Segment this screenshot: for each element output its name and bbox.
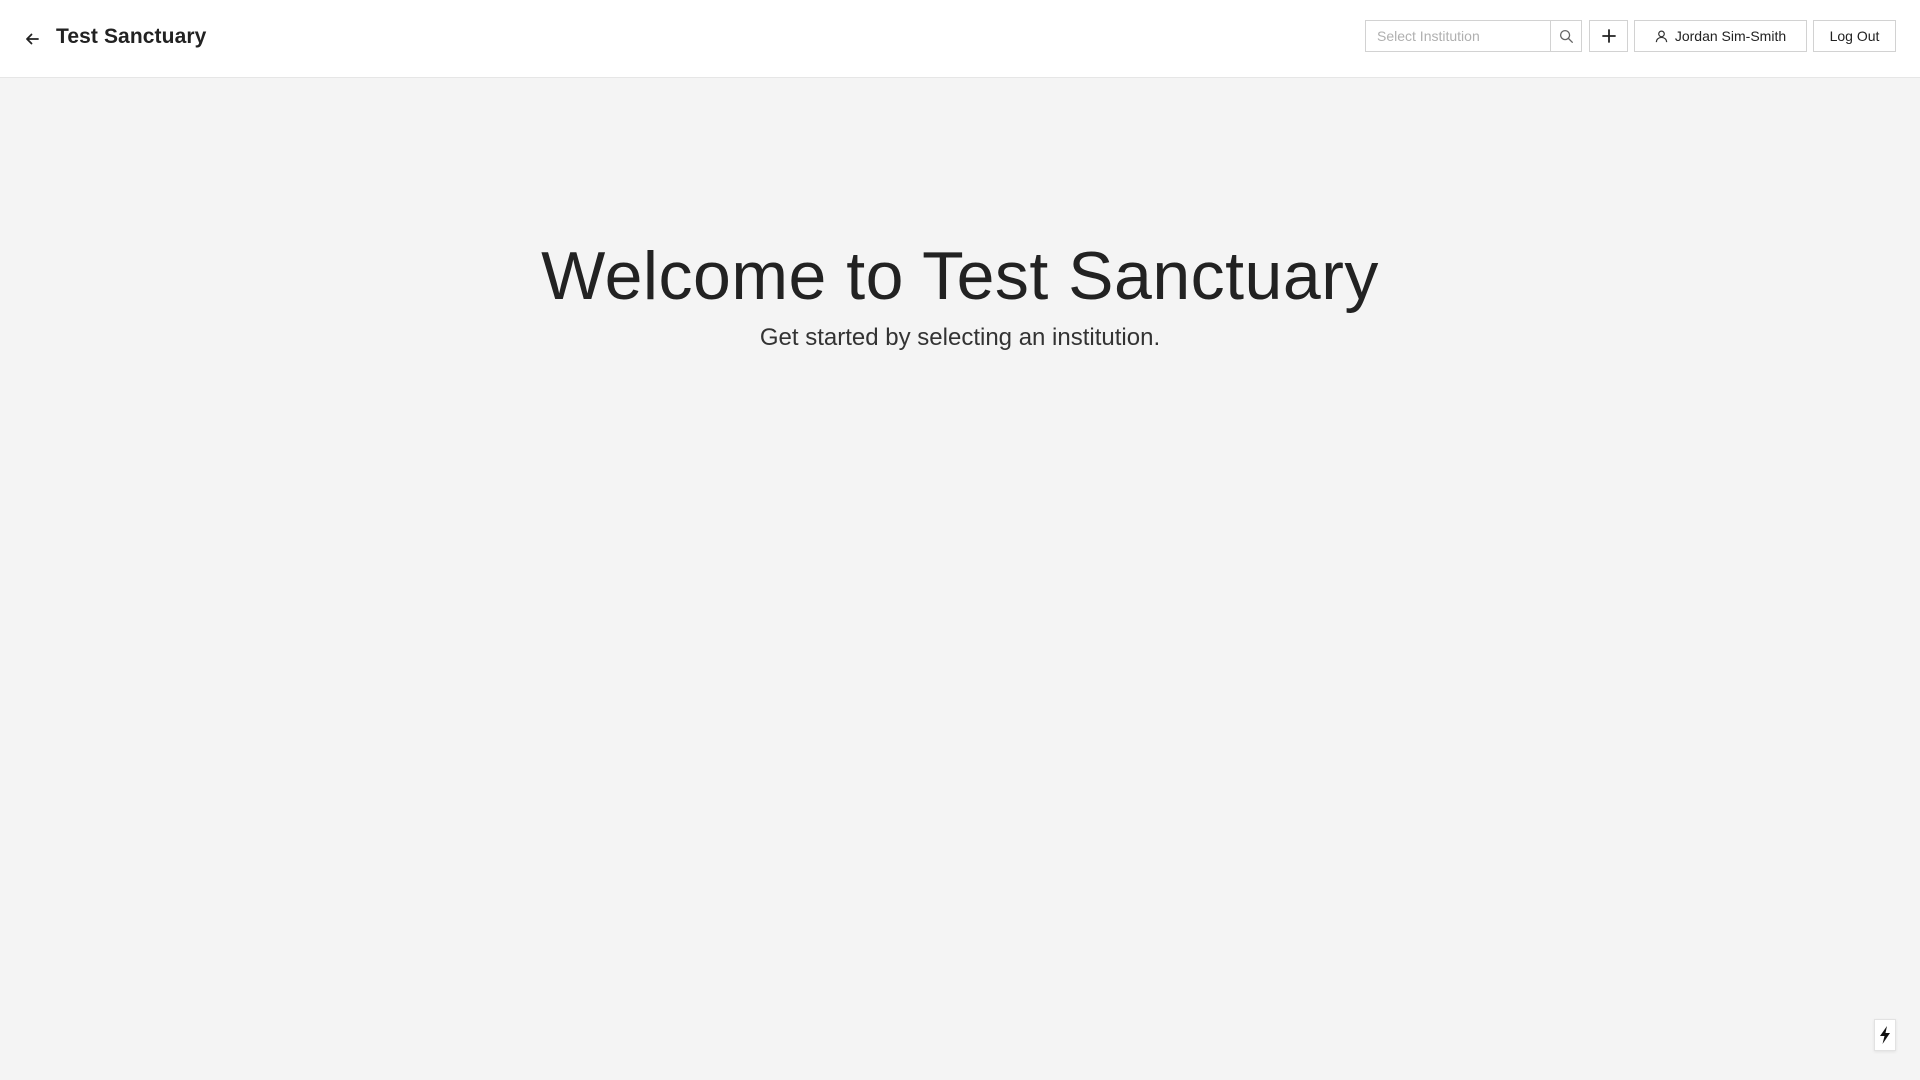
lightning-bolt-icon <box>1880 1026 1890 1044</box>
search-icon <box>1559 29 1573 43</box>
plus-icon <box>1601 29 1616 43</box>
welcome-subtitle: Get started by selecting an institution. <box>759 324 1161 351</box>
logout-button[interactable]: Log Out <box>1813 20 1896 52</box>
search-button[interactable] <box>1550 21 1581 51</box>
user-profile-button[interactable]: Jordan Sim-Smith <box>1634 20 1807 52</box>
arrow-left-icon <box>26 33 39 45</box>
app-title: Test Sanctuary <box>56 25 207 48</box>
welcome-title: Welcome to Test Sanctuary <box>541 238 1379 314</box>
user-name: Jordan Sim-Smith <box>1674 28 1787 44</box>
quick-action-button[interactable] <box>1874 1019 1896 1051</box>
user-icon <box>1655 30 1668 42</box>
add-button[interactable] <box>1589 20 1628 52</box>
back-button[interactable] <box>18 26 46 52</box>
top-bar: Test Sanctuary Jordan Sim-Smith Log Out <box>0 0 1920 78</box>
welcome-section: Welcome to Test Sanctuary Get started by… <box>0 230 1920 354</box>
institution-search <box>1365 20 1582 52</box>
institution-search-input[interactable] <box>1366 21 1550 51</box>
